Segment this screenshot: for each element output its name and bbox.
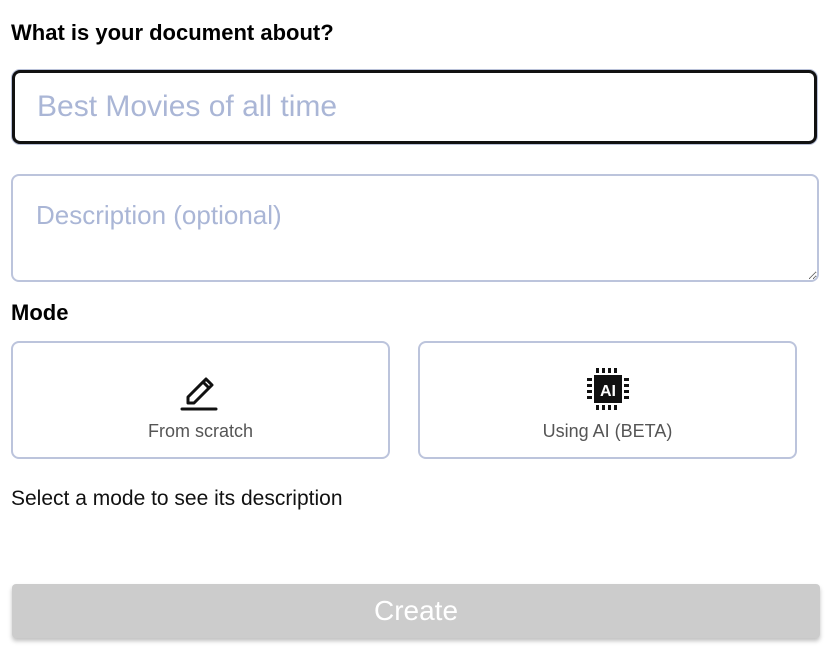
title-input[interactable]: [12, 70, 817, 144]
description-field[interactable]: [11, 174, 819, 282]
mode-option-label: Using AI (BETA): [542, 421, 673, 441]
create-button[interactable]: Create: [12, 584, 820, 638]
svg-text:AI: AI: [600, 383, 616, 400]
mode-option-label: From scratch: [147, 421, 253, 441]
mode-option-from-scratch[interactable]: From scratch: [11, 341, 390, 459]
mode-label: Mode: [11, 300, 69, 325]
ai-chip-icon: AI: [586, 368, 629, 410]
mode-option-using-ai[interactable]: AI Using AI (BETA): [418, 341, 797, 459]
pencil-icon: [180, 377, 217, 411]
mode-description-hint: Select a mode to see its description: [11, 487, 343, 510]
form-heading: What is your document about?: [11, 20, 334, 45]
